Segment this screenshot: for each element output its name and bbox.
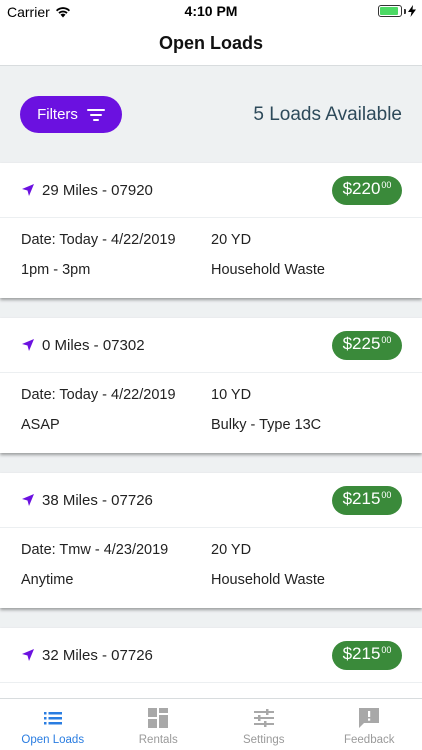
load-date: Date: Today - 4/22/2019 [21,232,176,248]
tab-feedback[interactable]: Feedback [317,699,422,750]
load-list: 29 Miles - 07920 $220 00 Date: Today - 4… [0,163,422,750]
price-cents: 00 [381,180,392,190]
price-dollars: $215 [342,644,381,663]
charging-bolt-icon [408,5,416,17]
load-time-window: ASAP [21,417,60,433]
load-card-header: 32 Miles - 07726 $215 00 [0,628,422,683]
load-waste-type: Household Waste [211,262,325,278]
load-distance: 38 Miles - 07726 [42,491,153,509]
location-arrow-icon [22,339,34,351]
load-card-body: Date: Today - 4/22/2019 20 YD 1pm - 3pm … [0,218,422,298]
load-size: 10 YD [211,387,252,403]
page-title: Open Loads [158,33,263,53]
load-time-window: 1pm - 3pm [21,262,91,278]
price-badge: $225 00 [332,331,402,360]
battery-icon [378,5,402,17]
filter-bar: Filters 5 Loads Available [0,67,422,163]
load-card-body: Date: Tmw - 4/23/2019 20 YD Anytime Hous… [0,528,422,608]
load-date: Date: Tmw - 4/23/2019 [21,542,169,558]
location-arrow-icon [22,649,34,661]
price-badge: $215 00 [332,486,402,515]
load-waste-type: Bulky - Type 13C [211,417,322,433]
tab-label: Feedback [343,734,395,746]
battery-fill [380,7,398,15]
load-card-header: 0 Miles - 07302 $225 00 [0,318,422,373]
tab-rentals[interactable]: Rentals [106,699,212,750]
tab-label: Rentals [138,734,178,746]
price-badge: $215 00 [332,641,402,670]
price-badge: $220 00 [332,176,402,205]
price-cents: 00 [381,645,392,655]
loads-available-count: 5 Loads Available [253,104,402,125]
load-card-header: 29 Miles - 07920 $220 00 [0,163,422,218]
price-cents: 00 [381,490,392,500]
load-time-window: Anytime [21,572,74,588]
feedback-icon [359,708,380,728]
load-card[interactable]: 29 Miles - 07920 $220 00 Date: Today - 4… [0,163,422,298]
load-distance: 0 Miles - 07302 [42,336,145,354]
price-dollars: $225 [342,334,381,353]
filter-icon [86,108,105,121]
list-icon [43,712,62,725]
tab-open-loads[interactable]: Open Loads [0,699,106,750]
location-arrow-icon [22,494,34,506]
load-card-body: Date: Today - 4/22/2019 10 YD ASAP Bulky… [0,373,422,453]
price-dollars: $215 [342,489,381,508]
sliders-icon [253,709,274,727]
tab-label: Settings [242,734,285,746]
battery-tip [404,8,406,14]
load-size: 20 YD [211,232,252,248]
load-size: 20 YD [211,542,252,558]
price-cents: 00 [381,335,392,345]
status-bar: Carrier 4:10 PM [0,0,422,22]
battery-indicator [378,5,416,17]
location-arrow-icon [22,184,34,196]
filters-button[interactable]: Filters [20,96,122,133]
load-card[interactable]: 38 Miles - 07726 $215 00 Date: Tmw - 4/2… [0,473,422,608]
load-date: Date: Today - 4/22/2019 [21,387,176,403]
load-card[interactable]: 0 Miles - 07302 $225 00 Date: Today - 4/… [0,318,422,453]
filters-button-label: Filters [37,106,78,123]
clock: 4:10 PM [184,3,238,19]
tab-settings[interactable]: Settings [211,699,317,750]
navigation-bar: Open Loads [0,22,422,66]
load-card-header: 38 Miles - 07726 $215 00 [0,473,422,528]
load-distance: 29 Miles - 07920 [42,181,153,199]
load-waste-type: Household Waste [211,572,325,588]
grid-icon [148,708,169,728]
tab-label: Open Loads [21,734,85,746]
price-dollars: $220 [342,179,381,198]
load-distance: 32 Miles - 07726 [42,646,153,664]
tab-bar: Open Loads Rentals Settings Feedback [0,698,422,750]
